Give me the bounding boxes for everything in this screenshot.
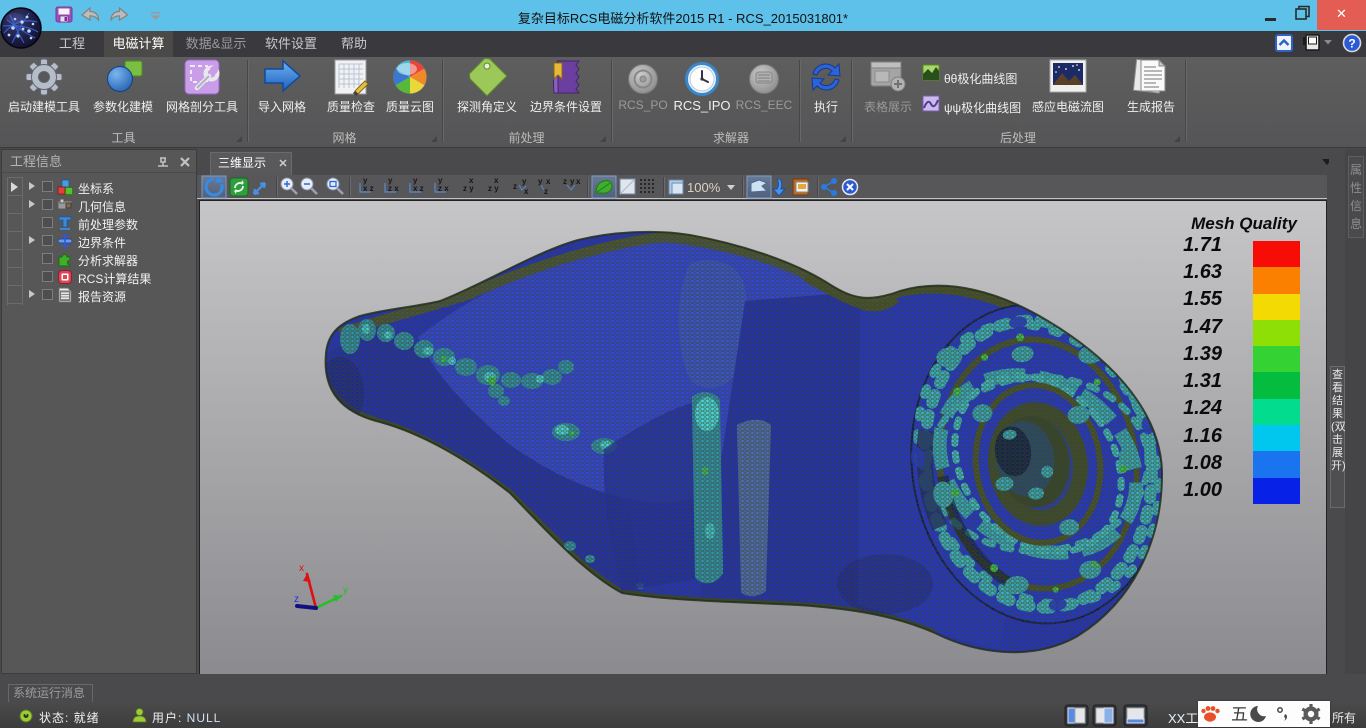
svg-text:z: z xyxy=(294,594,299,605)
svg-text:z: z xyxy=(563,177,567,186)
svg-text:y: y xyxy=(413,176,418,185)
svg-text:x z: x z xyxy=(363,184,374,193)
svg-text:y: y xyxy=(343,585,348,596)
svg-text:z: z xyxy=(513,182,517,191)
svg-text:x: x xyxy=(524,187,529,196)
svg-text:100%: 100% xyxy=(687,180,721,195)
svg-text:?: ? xyxy=(1348,37,1355,51)
svg-text:y: y xyxy=(570,177,575,186)
svg-text:y: y xyxy=(388,176,393,185)
svg-text:y: y xyxy=(522,177,527,186)
svg-text:z: z xyxy=(544,187,548,196)
svg-text:x: x xyxy=(576,177,581,186)
svg-text:五: 五 xyxy=(1231,705,1248,724)
svg-text:z x: z x xyxy=(388,184,399,193)
svg-text:x: x xyxy=(299,563,304,574)
svg-text:z x: z x xyxy=(438,184,449,193)
svg-text:y: y xyxy=(363,176,368,185)
svg-text:z y: z y xyxy=(488,184,499,193)
svg-text:x: x xyxy=(494,176,499,185)
svg-text:z y: z y xyxy=(463,184,474,193)
svg-text:y: y xyxy=(438,176,443,185)
svg-text:y: y xyxy=(538,177,543,186)
svg-text:x: x xyxy=(546,177,551,186)
svg-text:x z: x z xyxy=(413,184,424,193)
svg-text:x: x xyxy=(469,176,474,185)
